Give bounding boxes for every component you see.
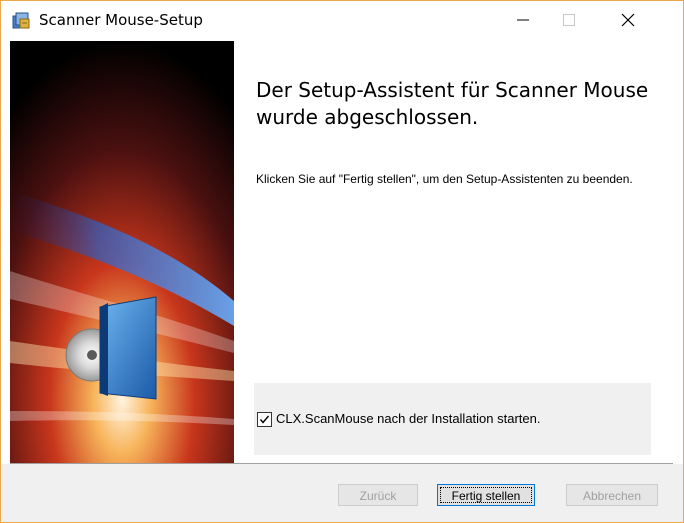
launch-checkbox[interactable] bbox=[257, 412, 272, 427]
maximize-button[interactable] bbox=[546, 1, 592, 39]
title-bar[interactable]: Scanner Mouse-Setup bbox=[1, 1, 683, 39]
content-panel: Der Setup-Assistent für Scanner Mouse wu… bbox=[234, 41, 682, 463]
minimize-icon bbox=[517, 19, 529, 21]
maximize-icon bbox=[563, 14, 575, 26]
setup-window: Scanner Mouse-Setup Der Setup-Assistent … bbox=[0, 0, 684, 523]
checkmark-icon bbox=[259, 415, 270, 424]
close-icon bbox=[621, 13, 635, 27]
launch-option-panel: CLX.ScanMouse nach der Installation star… bbox=[254, 383, 651, 455]
cancel-button[interactable]: Abbrechen bbox=[566, 484, 658, 506]
minimize-button[interactable] bbox=[500, 1, 546, 39]
installer-icon bbox=[12, 12, 30, 29]
finish-button[interactable]: Fertig stellen bbox=[437, 484, 535, 506]
setup-banner-image bbox=[10, 41, 234, 463]
launch-checkbox-label[interactable]: CLX.ScanMouse nach der Installation star… bbox=[276, 411, 540, 426]
button-bar: Zurück Fertig stellen Abbrechen bbox=[1, 464, 683, 522]
completion-description: Klicken Sie auf "Fertig stellen", um den… bbox=[256, 172, 633, 186]
window-title: Scanner Mouse-Setup bbox=[39, 11, 203, 29]
back-button[interactable]: Zurück bbox=[338, 484, 418, 506]
focus-rectangle bbox=[440, 487, 532, 503]
completion-heading: Der Setup-Assistent für Scanner Mouse wu… bbox=[256, 78, 649, 129]
close-button[interactable] bbox=[605, 1, 651, 39]
